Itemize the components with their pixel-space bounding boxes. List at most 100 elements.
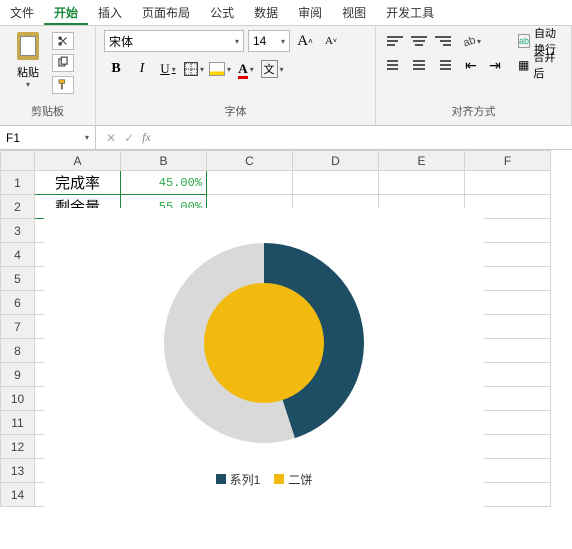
font-group-label: 字体 — [104, 101, 367, 121]
format-painter-button[interactable] — [52, 76, 74, 94]
row-header-13[interactable]: 13 — [1, 459, 35, 483]
formula-input[interactable] — [161, 126, 572, 149]
col-header-B[interactable]: B — [121, 151, 207, 171]
row-header-7[interactable]: 7 — [1, 315, 35, 339]
align-middle-button[interactable] — [408, 30, 430, 52]
decrease-indent-button[interactable]: ⇤ — [460, 54, 482, 76]
menu-home[interactable]: 开始 — [44, 0, 88, 25]
font-name-select[interactable]: 宋体 ▾ — [104, 30, 244, 52]
align-left-button[interactable] — [384, 54, 406, 76]
paste-button[interactable]: 粘贴 ▾ — [8, 30, 48, 89]
chevron-down-icon: ▾ — [281, 37, 285, 46]
row-header-6[interactable]: 6 — [1, 291, 35, 315]
row-header-14[interactable]: 14 — [1, 483, 35, 507]
legend-item-series2: 二饼 — [274, 471, 312, 488]
borders-button[interactable]: ▾ — [182, 58, 206, 80]
alignment-group-label: 对齐方式 — [384, 101, 563, 121]
legend-swatch-series2 — [274, 474, 284, 484]
embedded-chart[interactable]: 系列1 二饼 — [44, 208, 484, 528]
align-top-button[interactable] — [384, 30, 406, 52]
col-header-A[interactable]: A — [35, 151, 121, 171]
row-header-5[interactable]: 5 — [1, 267, 35, 291]
row-header-4[interactable]: 4 — [1, 243, 35, 267]
name-box[interactable]: F1 ▾ — [0, 126, 96, 149]
italic-button[interactable]: I — [130, 58, 154, 80]
row-header-8[interactable]: 8 — [1, 339, 35, 363]
menu-page-layout[interactable]: 页面布局 — [132, 0, 200, 25]
merge-center-button[interactable]: ▦ 合并后 — [512, 54, 563, 76]
underline-button[interactable]: U▾ — [156, 58, 180, 80]
menu-review[interactable]: 审阅 — [288, 0, 332, 25]
bold-button[interactable]: B — [104, 58, 128, 80]
copy-icon — [56, 56, 70, 70]
increase-indent-button[interactable]: ⇥ — [484, 54, 506, 76]
select-all-corner[interactable] — [1, 151, 35, 171]
legend-label-series2: 二饼 — [288, 473, 312, 487]
wrap-icon: ab — [518, 34, 530, 48]
ribbon: 粘贴 ▾ 剪贴板 宋体 ▾ — [0, 26, 572, 126]
chart-legend: 系列1 二饼 — [44, 471, 484, 488]
font-name-value: 宋体 — [109, 33, 133, 50]
cell-F1[interactable] — [465, 171, 551, 195]
merge-icon: ▦ — [518, 58, 529, 72]
menu-formulas[interactable]: 公式 — [200, 0, 244, 25]
menu-view[interactable]: 视图 — [332, 0, 376, 25]
row-header-2[interactable]: 2 — [1, 195, 35, 219]
row-header-9[interactable]: 9 — [1, 363, 35, 387]
legend-label-series1: 系列1 — [230, 473, 261, 487]
col-header-F[interactable]: F — [465, 151, 551, 171]
brush-icon — [56, 78, 70, 92]
decrease-font-button[interactable]: A˅ — [320, 30, 342, 52]
cell-A1[interactable]: 完成率 — [35, 171, 121, 195]
fill-icon — [209, 62, 225, 76]
ribbon-group-font: 宋体 ▾ 14 ▾ A˄ A˅ B I U▾ ▾ ▾ A▾ 文▾ 字体 — [96, 26, 376, 125]
legend-item-series1: 系列1 — [216, 471, 261, 488]
col-header-C[interactable]: C — [207, 151, 293, 171]
paste-label: 粘贴 — [17, 64, 39, 80]
cell-D1[interactable] — [293, 171, 379, 195]
menu-developer[interactable]: 开发工具 — [376, 0, 444, 25]
row-header-12[interactable]: 12 — [1, 435, 35, 459]
chevron-down-icon: ▾ — [85, 133, 89, 142]
row-header-11[interactable]: 11 — [1, 411, 35, 435]
cell-B1[interactable]: 45.00% — [121, 171, 207, 195]
menu-data[interactable]: 数据 — [244, 0, 288, 25]
font-size-select[interactable]: 14 ▾ — [248, 30, 290, 52]
fx-icon[interactable]: fx — [142, 130, 151, 145]
name-box-value: F1 — [6, 131, 20, 145]
increase-font-button[interactable]: A˄ — [294, 30, 316, 52]
chevron-down-icon: ▾ — [235, 37, 239, 46]
align-bottom-button[interactable] — [432, 30, 454, 52]
formula-bar-buttons: ✕ ✓ fx — [96, 126, 161, 149]
scissors-icon — [56, 34, 70, 48]
fill-color-button[interactable]: ▾ — [208, 58, 232, 80]
menu-insert[interactable]: 插入 — [88, 0, 132, 25]
menu-bar: 文件 开始 插入 页面布局 公式 数据 审阅 视图 开发工具 — [0, 0, 572, 26]
alignment-grid — [384, 30, 454, 76]
font-color-icon: A — [238, 61, 247, 77]
align-center-button[interactable] — [408, 54, 430, 76]
ribbon-group-clipboard: 粘贴 ▾ 剪贴板 — [0, 26, 96, 125]
phonetic-button[interactable]: 文▾ — [260, 58, 284, 80]
paste-icon — [14, 30, 42, 62]
cell-E1[interactable] — [379, 171, 465, 195]
wen-icon: 文 — [261, 60, 278, 78]
row-header-1[interactable]: 1 — [1, 171, 35, 195]
col-header-E[interactable]: E — [379, 151, 465, 171]
align-right-button[interactable] — [432, 54, 454, 76]
cell-C1[interactable] — [207, 171, 293, 195]
orientation-button[interactable]: ab▾ — [460, 30, 482, 52]
row-header-10[interactable]: 10 — [1, 387, 35, 411]
enter-icon[interactable]: ✓ — [124, 131, 134, 145]
row-header-3[interactable]: 3 — [1, 219, 35, 243]
cut-button[interactable] — [52, 32, 74, 50]
font-color-button[interactable]: A▾ — [234, 58, 258, 80]
col-header-D[interactable]: D — [293, 151, 379, 171]
clipboard-group-label: 剪贴板 — [8, 101, 87, 121]
formula-bar-row: F1 ▾ ✕ ✓ fx — [0, 126, 572, 150]
copy-button[interactable] — [52, 54, 74, 72]
cancel-icon[interactable]: ✕ — [106, 131, 116, 145]
legend-swatch-series1 — [216, 474, 226, 484]
border-icon — [184, 62, 198, 76]
menu-file[interactable]: 文件 — [0, 0, 44, 25]
